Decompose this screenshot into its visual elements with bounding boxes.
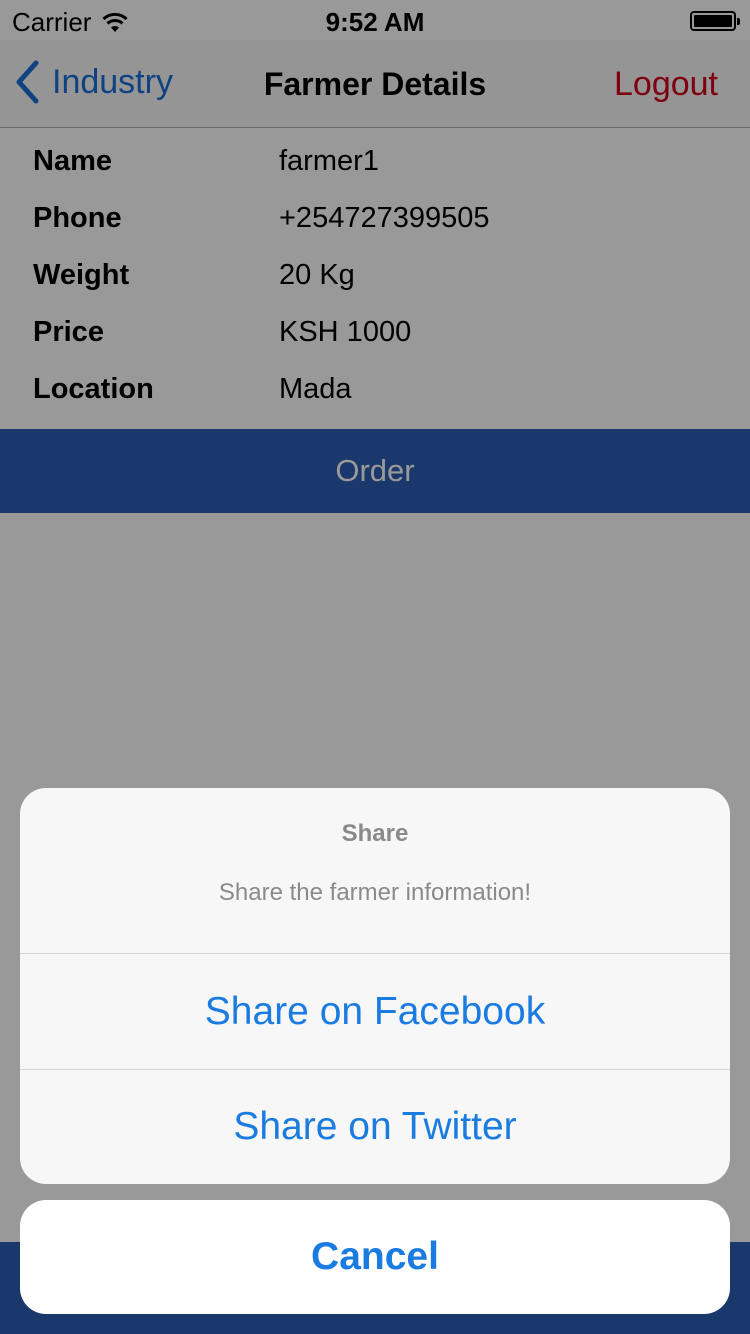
action-sheet-title: Share [341,820,409,847]
share-facebook-button[interactable]: Share on Facebook [20,954,730,1069]
share-twitter-button[interactable]: Share on Twitter [20,1069,730,1184]
action-sheet-message: Share the farmer information! [218,879,532,906]
cancel-button[interactable]: Cancel [20,1200,730,1314]
action-sheet-header: Share Share the farmer information! [20,788,730,954]
share-action-sheet: Share Share the farmer information! Shar… [20,788,730,1184]
